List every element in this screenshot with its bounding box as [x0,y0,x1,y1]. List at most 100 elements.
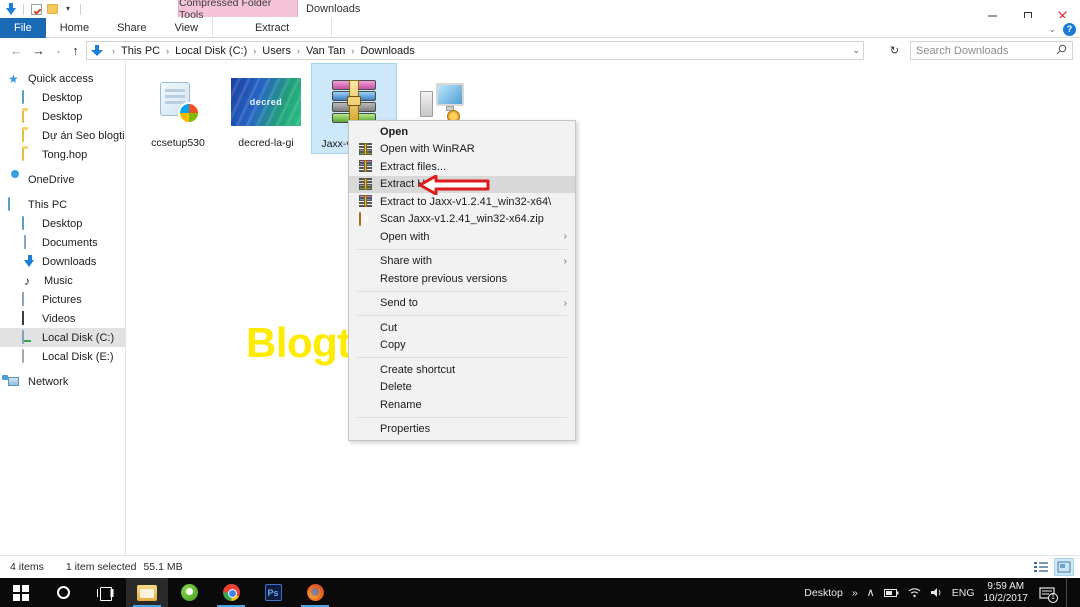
breadcrumb-downloads[interactable]: Downloads [359,45,415,57]
file-item-ccsetup530[interactable]: ccsetup530 [135,63,221,154]
menu-item-extract-to-folder[interactable]: Extract to Jaxx-v1.2.41_win32-x64\ [349,193,575,211]
tab-extract[interactable]: Extract [212,18,333,38]
tab-home[interactable]: Home [46,18,103,38]
menu-item-restore-previous-versions[interactable]: Restore previous versions [349,270,575,288]
battery-icon[interactable] [883,588,899,598]
menu-item-extract-files[interactable]: Extract files... [349,158,575,176]
breadcrumb-separator: › [351,45,355,56]
sidebar-item-network[interactable]: Network [0,372,125,391]
navigation-pane: ★ Quick access Desktop Desktop Dự án Seo… [0,61,126,555]
address-bar: ← → ⌄ ↑ › This PC › Local Disk (C:) › Us… [0,39,1080,61]
breadcrumb-dropdown[interactable]: ⌄ [852,45,863,56]
task-view-button[interactable] [84,578,126,607]
menu-item-scan-antivirus[interactable]: Scan Jaxx-v1.2.41_win32-x64.zip [349,211,575,229]
clock[interactable]: 9:59 AM 10/2/2017 [984,581,1029,605]
sidebar-item-quick-access[interactable]: ★ Quick access [0,69,125,88]
details-view-button[interactable] [1031,558,1051,576]
cortana-button[interactable] [42,578,84,607]
show-desktop-button[interactable] [1066,578,1072,607]
sidebar-item-tong-hop[interactable]: Tong.hop [0,145,125,164]
search-box[interactable]: Search Downloads [910,41,1073,60]
sidebar-item-du-an-seo[interactable]: Dự án Seo blogtienao [0,126,125,145]
sidebar-item-local-disk-c[interactable]: Local Disk (C:) [0,328,125,347]
firefox-button[interactable] [294,578,336,607]
menu-item-rename[interactable]: Rename [349,396,575,414]
file-name: decred-la-gi [238,137,294,149]
context-menu[interactable]: Open Open with WinRAR Extract files... E… [348,120,576,441]
help-icon[interactable]: ? [1063,22,1076,36]
divider [80,3,81,15]
image-thumbnail: decred [231,67,301,137]
properties-checkbox-icon[interactable] [29,2,43,16]
photoshop-button[interactable]: Ps [252,578,294,607]
start-button[interactable] [0,578,42,607]
up-button[interactable]: ↑ [67,42,84,59]
chevron-right-icon: › [563,231,567,243]
notification-center-button[interactable]: 1 [1037,584,1058,603]
search-icon [1056,44,1067,58]
menu-item-open-with[interactable]: Open with › [349,228,575,246]
menu-item-label: Properties [380,423,431,436]
volume-icon[interactable] [930,587,943,598]
menu-item-send-to[interactable]: Send to › [349,295,575,313]
file-item-decred-la-gi[interactable]: decred decred-la-gi [223,63,309,154]
recent-locations-button[interactable]: ⌄ [50,42,67,59]
sidebar-item-this-pc[interactable]: This PC [0,195,125,214]
sidebar-item-onedrive[interactable]: OneDrive [0,170,125,189]
breadcrumb-this-pc[interactable]: This PC [120,45,161,57]
sidebar-item-downloads[interactable]: Downloads [0,252,125,271]
breadcrumb-local-disk-c[interactable]: Local Disk (C:) [174,45,248,57]
menu-item-open[interactable]: Open [349,123,575,141]
winrar-icon [359,177,373,191]
menu-item-create-shortcut[interactable]: Create shortcut [349,361,575,379]
menu-item-label: Delete [380,381,412,394]
sidebar-item-local-disk-e[interactable]: Local Disk (E:) [0,347,125,366]
file-explorer-window: ▾ Compressed Folder Tools Downloads File… [0,0,1080,607]
menu-item-open-with-winrar[interactable]: Open with WinRAR [349,141,575,159]
menu-item-delete[interactable]: Delete [349,379,575,397]
breadcrumb-users[interactable]: Users [261,45,292,57]
folder-icon [22,146,37,162]
breadcrumb-van-tan[interactable]: Van Tan [305,45,346,57]
folder-icon [22,127,37,143]
window-title: Downloads [306,2,361,15]
tab-file[interactable]: File [0,18,46,38]
download-icon[interactable] [4,2,18,16]
sidebar-item-pictures[interactable]: Pictures [0,290,125,309]
show-hidden-icons-icon[interactable]: ∧ [867,586,875,599]
chevron-down-icon[interactable]: ⌄ [1048,24,1056,35]
forward-button[interactable]: → [30,42,47,59]
breadcrumb[interactable]: › This PC › Local Disk (C:) › Users › Va… [86,41,864,60]
app-green-button[interactable] [168,578,210,607]
tab-share[interactable]: Share [103,18,160,38]
file-explorer-button[interactable] [126,578,168,607]
download-folder-icon [90,44,103,57]
customize-caret-icon[interactable]: ▾ [61,2,75,16]
sidebar-item-desktop-qa[interactable]: Desktop [0,88,125,107]
new-folder-icon[interactable] [45,2,59,16]
menu-item-properties[interactable]: Properties [349,421,575,439]
sidebar-item-desktop-folder[interactable]: Desktop [0,107,125,126]
large-icons-view-button[interactable] [1054,558,1074,576]
wifi-icon[interactable] [908,587,921,598]
tab-view[interactable]: View [160,18,212,38]
chrome-button[interactable] [210,578,252,607]
sidebar-item-label: Tong.hop [42,148,88,161]
menu-item-share-with[interactable]: Share with › [349,253,575,271]
menu-item-label: Share with [380,255,432,268]
tray-overflow-icon[interactable]: » [852,587,858,599]
language-indicator[interactable]: ENG [952,587,975,599]
file-list-pane[interactable]: ccsetup530 decred decred-la-gi [127,61,1080,555]
search-input[interactable]: Search Downloads [916,45,1056,57]
menu-item-cut[interactable]: Cut [349,319,575,337]
refresh-button[interactable]: ↻ [886,42,903,59]
sidebar-item-label: Desktop [42,91,83,104]
menu-item-copy[interactable]: Copy [349,337,575,355]
annotation-arrow-icon [418,174,490,196]
sidebar-item-desktop-pc[interactable]: Desktop [0,214,125,233]
sidebar-item-videos[interactable]: Videos [0,309,125,328]
desktop-peek-label[interactable]: Desktop [804,587,843,599]
back-button[interactable]: ← [8,42,25,59]
sidebar-item-documents[interactable]: Documents [0,233,125,252]
sidebar-item-music[interactable]: ♪ Music [0,271,125,290]
